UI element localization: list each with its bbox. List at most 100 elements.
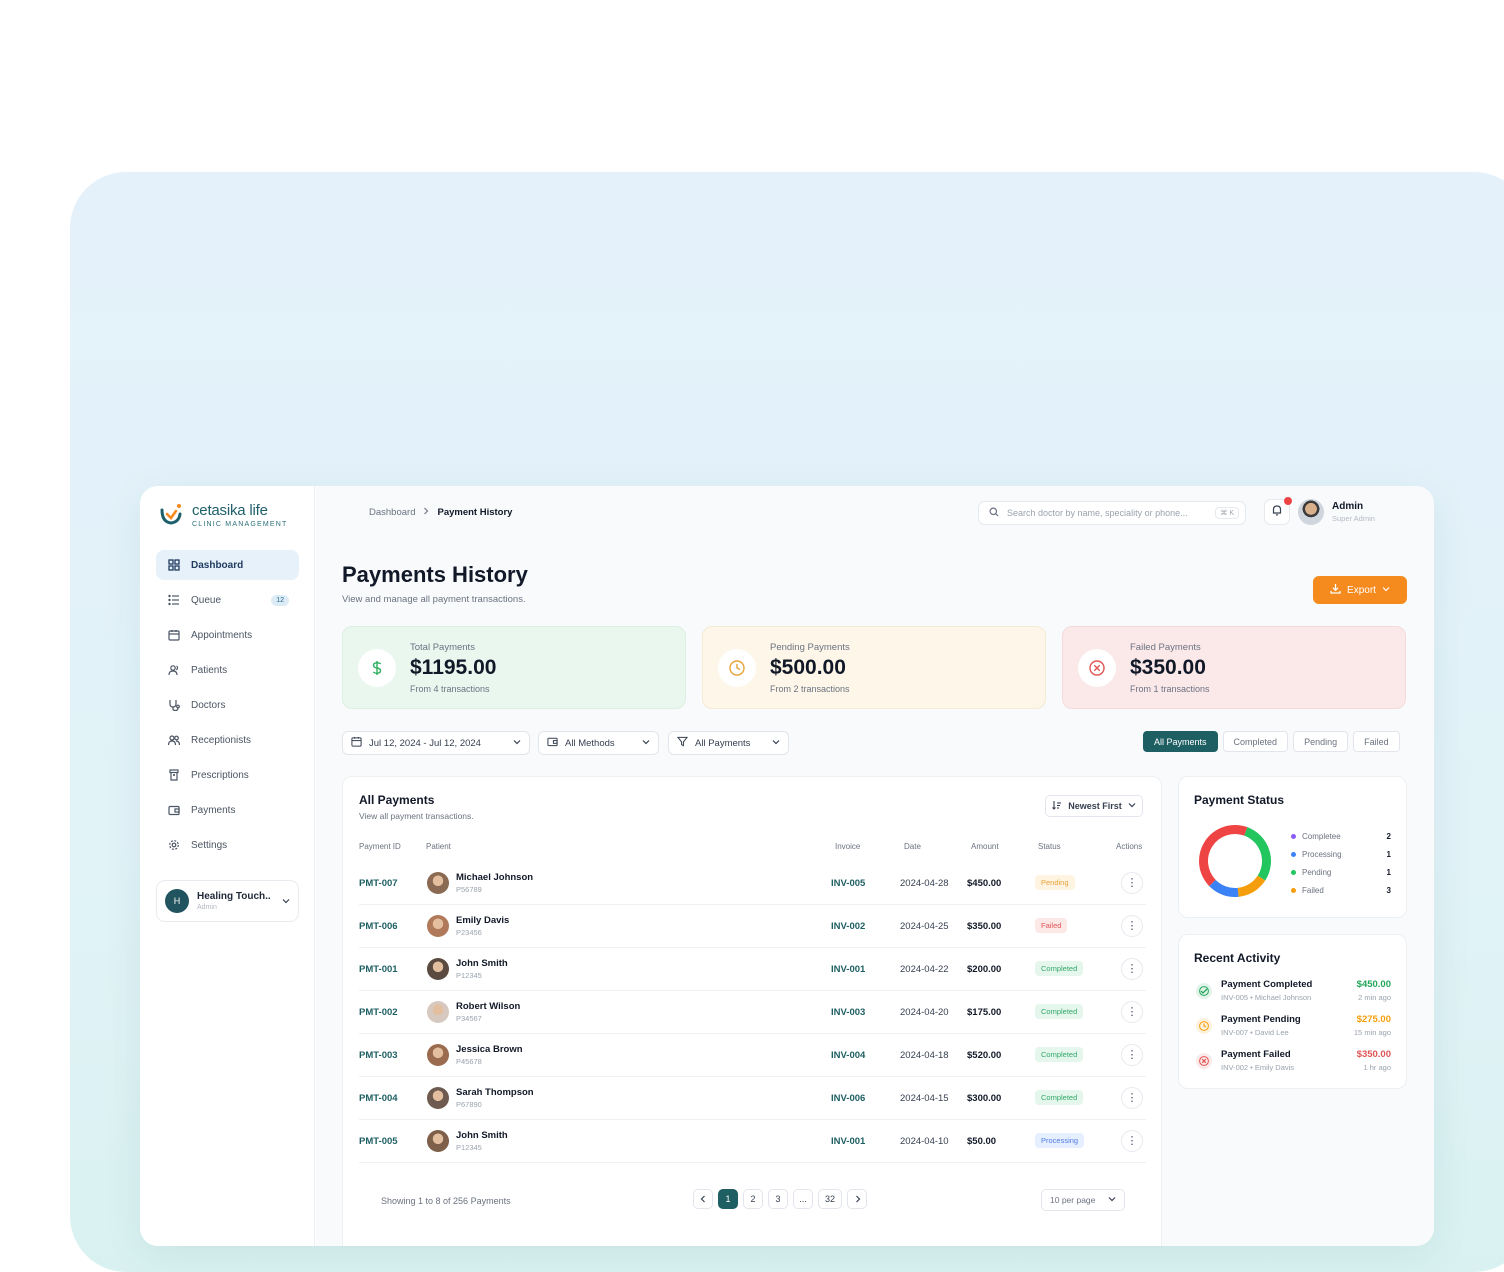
activity-time: 1 hr ago [1363, 1063, 1391, 1072]
breadcrumb-dashboard[interactable]: Dashboard [369, 507, 415, 518]
wallet-icon [167, 803, 181, 817]
sidebar-item-payments[interactable]: Payments [156, 795, 299, 825]
page-button[interactable]: 32 [818, 1189, 842, 1209]
activity-item[interactable]: Payment Failed INV-002 • Emily Davis $350.… [1194, 1049, 1391, 1079]
column-header: Status [1038, 842, 1061, 851]
next-page-button[interactable] [847, 1189, 867, 1209]
sidebar-item-label: Receptionists [191, 734, 252, 746]
table-row[interactable]: PMT-005 John Smith P12345 INV-001 2024-04-10… [359, 1120, 1146, 1163]
payment-id[interactable]: PMT-001 [359, 964, 398, 975]
pagination: 1 2 3 ... 32 [693, 1189, 867, 1209]
patient-code: P34567 [456, 1014, 482, 1023]
user-menu[interactable]: Admin Super Admin [1298, 499, 1375, 525]
payment-id[interactable]: PMT-004 [359, 1093, 398, 1104]
more-actions-button[interactable]: ⋮ [1121, 1001, 1143, 1023]
page-button[interactable]: 3 [768, 1189, 788, 1209]
table-row[interactable]: PMT-006 Emily Davis P23456 INV-002 2024-04-2… [359, 905, 1146, 948]
table-row[interactable]: PMT-001 John Smith P12345 INV-001 2024-04-22… [359, 948, 1146, 991]
brand-name: cetasika life [192, 502, 268, 519]
clinic-switcher[interactable]: H Healing Touch.. Admin [156, 880, 299, 922]
payment-status-donut [1199, 825, 1271, 897]
activity-detail: INV-007 • David Lee [1221, 1028, 1289, 1037]
sidebar-item-receptionists[interactable]: Receptionists [156, 725, 299, 755]
sidebar-item-appointments[interactable]: Appointments [156, 620, 299, 650]
prev-page-button[interactable] [693, 1189, 713, 1209]
table-row[interactable]: PMT-007 Michael Johnson P56789 INV-005 2024-… [359, 862, 1146, 905]
more-actions-button[interactable]: ⋮ [1121, 915, 1143, 937]
invoice-id[interactable]: INV-005 [831, 878, 865, 889]
sidebar-item-prescriptions[interactable]: Prescriptions [156, 760, 299, 790]
date-range-filter[interactable]: Jul 12, 2024 - Jul 12, 2024 [342, 731, 530, 755]
activity-item[interactable]: Payment Pending INV-007 • David Lee $275.0… [1194, 1014, 1391, 1044]
payment-type-filter[interactable]: All Payments [668, 731, 789, 755]
patient-code: P23456 [456, 928, 482, 937]
sidebar-item-dashboard[interactable]: Dashboard [156, 550, 299, 580]
sidebar-item-label: Doctors [191, 699, 226, 711]
search-input[interactable]: Search doctor by name, speciality or pho… [978, 501, 1246, 525]
more-actions-button[interactable]: ⋮ [1121, 872, 1143, 894]
x-circle-icon [1196, 1053, 1212, 1069]
more-actions-button[interactable]: ⋮ [1121, 1044, 1143, 1066]
payment-id[interactable]: PMT-007 [359, 878, 398, 889]
invoice-id[interactable]: INV-001 [831, 964, 865, 975]
column-header: Payment ID [359, 842, 401, 851]
status-badge: Completed [1035, 961, 1084, 976]
summary-footer: From 2 transactions [770, 683, 850, 694]
kebab-icon: ⋮ [1126, 1005, 1138, 1018]
sidebar-item-queue[interactable]: Queue 12 [156, 585, 299, 615]
page-button[interactable]: 1 [718, 1189, 738, 1209]
sidebar-item-doctors[interactable]: Doctors [156, 690, 299, 720]
search-placeholder: Search doctor by name, speciality or pho… [1007, 508, 1188, 518]
chevron-down-icon [642, 738, 650, 749]
tab-failed[interactable]: Failed [1353, 731, 1400, 752]
patient-name: Robert Wilson [456, 1001, 521, 1012]
export-button[interactable]: Export [1313, 576, 1407, 604]
sidebar-item-patients[interactable]: Patients [156, 655, 299, 685]
invoice-id[interactable]: INV-002 [831, 921, 865, 932]
table-row[interactable]: PMT-004 Sarah Thompson P67890 INV-006 2024-0… [359, 1077, 1146, 1120]
tab-completed[interactable]: Completed [1222, 731, 1289, 752]
table-row[interactable]: PMT-003 Jessica Brown P45678 INV-004 2024-04… [359, 1034, 1146, 1077]
activity-detail: INV-002 • Emily Davis [1221, 1063, 1295, 1072]
chevron-down-icon [1382, 585, 1390, 596]
more-actions-button[interactable]: ⋮ [1121, 1130, 1143, 1152]
summary-value: $1195.00 [410, 655, 497, 679]
sidebar-item-label: Patients [191, 664, 228, 676]
legend-label: Failed [1302, 885, 1324, 895]
method-filter[interactable]: All Methods [538, 731, 659, 755]
more-actions-button[interactable]: ⋮ [1121, 1087, 1143, 1109]
legend-item: Completee 2 [1291, 827, 1391, 845]
payment-id[interactable]: PMT-003 [359, 1050, 398, 1061]
payment-amount: $450.00 [967, 878, 1002, 889]
page-button[interactable]: 2 [743, 1189, 763, 1209]
sidebar-item-label: Prescriptions [191, 769, 249, 781]
payment-id[interactable]: PMT-002 [359, 1007, 398, 1018]
patient-code: P67890 [456, 1100, 482, 1109]
table-row[interactable]: PMT-002 Robert Wilson P34567 INV-003 2024-04… [359, 991, 1146, 1034]
payment-id[interactable]: PMT-006 [359, 921, 398, 932]
more-actions-button[interactable]: ⋮ [1121, 958, 1143, 980]
payment-id[interactable]: PMT-005 [359, 1136, 398, 1147]
sidebar-item-settings[interactable]: Settings [156, 830, 299, 860]
invoice-id[interactable]: INV-001 [831, 1136, 865, 1147]
patient-code: P12345 [456, 1143, 482, 1152]
chevron-down-icon [1128, 801, 1136, 811]
notification-button[interactable] [1264, 497, 1292, 525]
invoice-id[interactable]: INV-006 [831, 1093, 865, 1104]
avatar [427, 1044, 449, 1066]
invoice-id[interactable]: INV-003 [831, 1007, 865, 1018]
activity-title: Payment Completed [1221, 979, 1313, 990]
sort-dropdown[interactable]: Newest First [1045, 795, 1143, 817]
per-page-select[interactable]: 10 per page [1041, 1189, 1125, 1211]
activity-amount: $275.00 [1356, 1014, 1391, 1025]
table-subtitle: View all payment transactions. [359, 811, 474, 821]
tab-all-payments[interactable]: All Payments [1143, 731, 1218, 752]
user-name: Admin [1332, 501, 1364, 512]
payment-type-value: All Payments [695, 737, 751, 749]
brand-logo[interactable]: cetasika life CLINIC MANAGEMENT [158, 502, 287, 528]
tab-pending[interactable]: Pending [1293, 731, 1349, 752]
export-label: Export [1347, 584, 1376, 596]
activity-item[interactable]: Payment Completed INV-005 • Michael Johns… [1194, 979, 1391, 1009]
invoice-id[interactable]: INV-004 [831, 1050, 865, 1061]
table-title: All Payments [359, 793, 435, 807]
